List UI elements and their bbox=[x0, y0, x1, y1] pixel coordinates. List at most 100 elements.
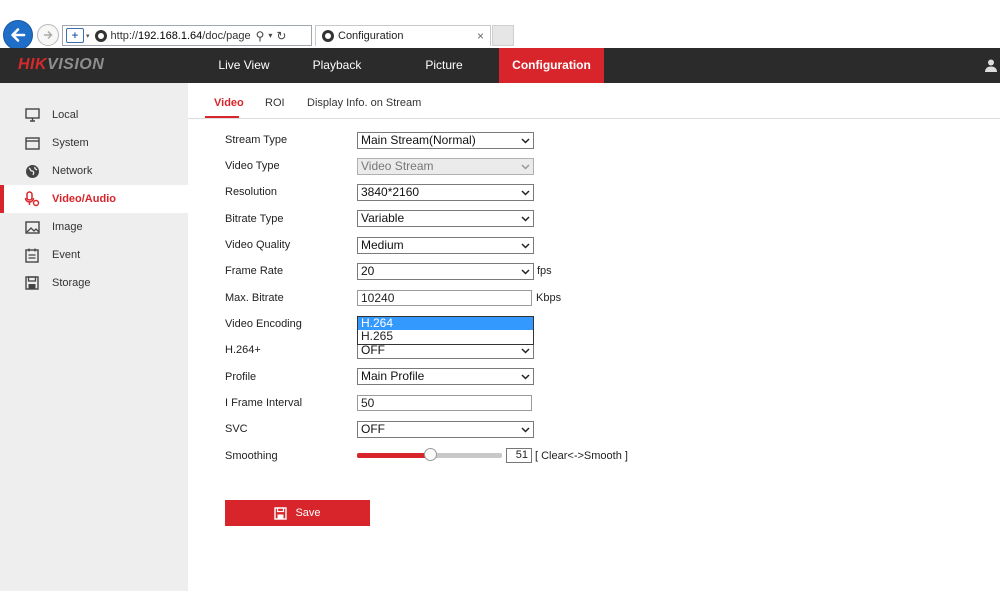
chevron-down-icon bbox=[521, 138, 530, 144]
sub-tabs: Video ROI Display Info. on Stream bbox=[188, 83, 1000, 119]
max-bitrate-label: Max. Bitrate bbox=[225, 292, 284, 304]
svc-label: SVC bbox=[225, 423, 248, 435]
chevron-down-icon bbox=[521, 190, 530, 196]
frame-rate-value: 20 bbox=[361, 264, 375, 278]
sidebar-item-label: Video/Audio bbox=[52, 193, 116, 205]
sidebar: Local System Network Video/Audio Image E… bbox=[0, 83, 188, 591]
brand-logo: HIKVISION bbox=[18, 56, 104, 74]
top-navbar: HIKVISION Live View Playback Picture Con… bbox=[0, 48, 1000, 83]
encoding-option-h265[interactable]: H.265 bbox=[358, 330, 533, 343]
microphone-icon bbox=[24, 191, 40, 207]
resolution-select[interactable]: 3840*2160 bbox=[357, 184, 534, 201]
chevron-down-icon bbox=[521, 427, 530, 433]
nav-playback[interactable]: Playback bbox=[282, 48, 392, 83]
video-quality-select[interactable]: Medium bbox=[357, 237, 534, 254]
sidebar-item-label: Storage bbox=[52, 277, 91, 289]
tab-title: Configuration bbox=[338, 30, 404, 42]
sidebar-item-local[interactable]: Local bbox=[0, 101, 188, 129]
video-type-select: Video Stream bbox=[357, 158, 534, 175]
stream-type-value: Main Stream(Normal) bbox=[361, 133, 476, 147]
slider-handle[interactable] bbox=[424, 448, 437, 461]
logo-part1: HIK bbox=[18, 56, 48, 73]
window-icon bbox=[24, 135, 40, 151]
slider-fill bbox=[357, 453, 431, 458]
chevron-down-icon bbox=[521, 348, 530, 354]
url-prefix: http:// bbox=[110, 29, 139, 42]
max-bitrate-input[interactable]: 10240 bbox=[357, 290, 532, 306]
profile-value: Main Profile bbox=[361, 369, 425, 383]
refresh-icon[interactable]: ↻ bbox=[276, 29, 286, 43]
site-favicon-icon bbox=[94, 29, 107, 42]
close-icon[interactable]: × bbox=[477, 29, 484, 43]
sidebar-item-event[interactable]: Event bbox=[0, 241, 188, 269]
compat-view-icon[interactable]: + bbox=[66, 28, 84, 43]
browser-tab[interactable]: Configuration × bbox=[315, 25, 491, 46]
sidebar-item-storage[interactable]: Storage bbox=[0, 269, 188, 297]
browser-chrome: + ▾ http://192.168.1.64/doc/page ⚲ ▾ ↻ C… bbox=[0, 0, 1000, 50]
h264plus-label: H.264+ bbox=[225, 344, 261, 356]
svc-value: OFF bbox=[361, 422, 385, 436]
save-label: Save bbox=[295, 507, 321, 519]
save-button[interactable]: Save bbox=[225, 500, 370, 526]
chevron-down-icon bbox=[521, 243, 530, 249]
h264plus-value: OFF bbox=[361, 343, 385, 357]
smoothing-label: Smoothing bbox=[225, 450, 278, 462]
video-quality-value: Medium bbox=[361, 238, 404, 252]
new-tab-button[interactable] bbox=[492, 25, 514, 46]
sidebar-item-video-audio[interactable]: Video/Audio bbox=[0, 185, 188, 213]
bitrate-type-value: Variable bbox=[361, 211, 405, 225]
video-encoding-dropdown[interactable]: H.264 H.265 bbox=[357, 316, 534, 345]
chevron-down-icon[interactable]: ▾ bbox=[268, 31, 272, 40]
resolution-value: 3840*2160 bbox=[361, 185, 420, 199]
smoothing-hint: [ Clear<->Smooth ] bbox=[535, 450, 628, 462]
svc-select[interactable]: OFF bbox=[357, 421, 534, 438]
active-tab-indicator bbox=[205, 116, 239, 118]
smoothing-value-input[interactable]: 51 bbox=[506, 448, 532, 463]
sidebar-item-image[interactable]: Image bbox=[0, 213, 188, 241]
i-frame-interval-label: I Frame Interval bbox=[225, 397, 303, 409]
url-host: 192.168.1.64 bbox=[138, 29, 203, 42]
chevron-down-icon[interactable]: ▾ bbox=[86, 32, 90, 40]
sidebar-item-label: System bbox=[52, 137, 89, 149]
tab-roi[interactable]: ROI bbox=[265, 97, 285, 109]
sidebar-item-label: Local bbox=[52, 109, 79, 121]
stream-type-label: Stream Type bbox=[225, 134, 288, 146]
forward-button[interactable] bbox=[37, 24, 59, 46]
bitrate-type-select[interactable]: Variable bbox=[357, 210, 534, 227]
address-bar[interactable]: + ▾ http://192.168.1.64/doc/page ⚲ ▾ ↻ bbox=[62, 25, 312, 46]
tab-video[interactable]: Video bbox=[214, 97, 244, 109]
i-frame-interval-input[interactable]: 50 bbox=[357, 395, 532, 411]
chevron-down-icon bbox=[521, 216, 530, 222]
nav-picture[interactable]: Picture bbox=[392, 48, 496, 83]
frame-rate-label: Frame Rate bbox=[225, 265, 284, 277]
chevron-down-icon bbox=[521, 269, 530, 275]
search-icon[interactable]: ⚲ bbox=[256, 29, 265, 43]
bitrate-type-label: Bitrate Type bbox=[225, 213, 284, 225]
url-text[interactable]: http://192.168.1.64/doc/page bbox=[111, 30, 251, 42]
user-icon[interactable] bbox=[984, 58, 998, 72]
logo-part2: VISION bbox=[47, 56, 105, 73]
url-path: /doc/page bbox=[202, 29, 251, 42]
nav-configuration[interactable]: Configuration bbox=[499, 48, 604, 83]
profile-select[interactable]: Main Profile bbox=[357, 368, 534, 385]
back-button[interactable] bbox=[3, 20, 33, 50]
resolution-label: Resolution bbox=[225, 186, 277, 198]
globe-icon bbox=[24, 163, 40, 179]
stream-type-select[interactable]: Main Stream(Normal) bbox=[357, 132, 534, 149]
disk-icon bbox=[24, 275, 40, 291]
sidebar-item-system[interactable]: System bbox=[0, 129, 188, 157]
frame-rate-select[interactable]: 20 bbox=[357, 263, 534, 280]
floppy-disk-icon bbox=[274, 506, 288, 520]
monitor-icon bbox=[24, 107, 40, 123]
sidebar-item-label: Network bbox=[52, 165, 93, 177]
tab-favicon-icon bbox=[322, 30, 334, 42]
picture-icon bbox=[24, 219, 40, 235]
video-type-label: Video Type bbox=[225, 160, 280, 172]
sidebar-item-network[interactable]: Network bbox=[0, 157, 188, 185]
smoothing-slider[interactable] bbox=[357, 448, 502, 461]
sidebar-item-label: Image bbox=[52, 221, 83, 233]
arrow-left-icon bbox=[11, 28, 26, 42]
chevron-down-icon bbox=[521, 164, 530, 170]
tab-display-info[interactable]: Display Info. on Stream bbox=[307, 97, 421, 109]
calendar-icon bbox=[24, 247, 40, 263]
